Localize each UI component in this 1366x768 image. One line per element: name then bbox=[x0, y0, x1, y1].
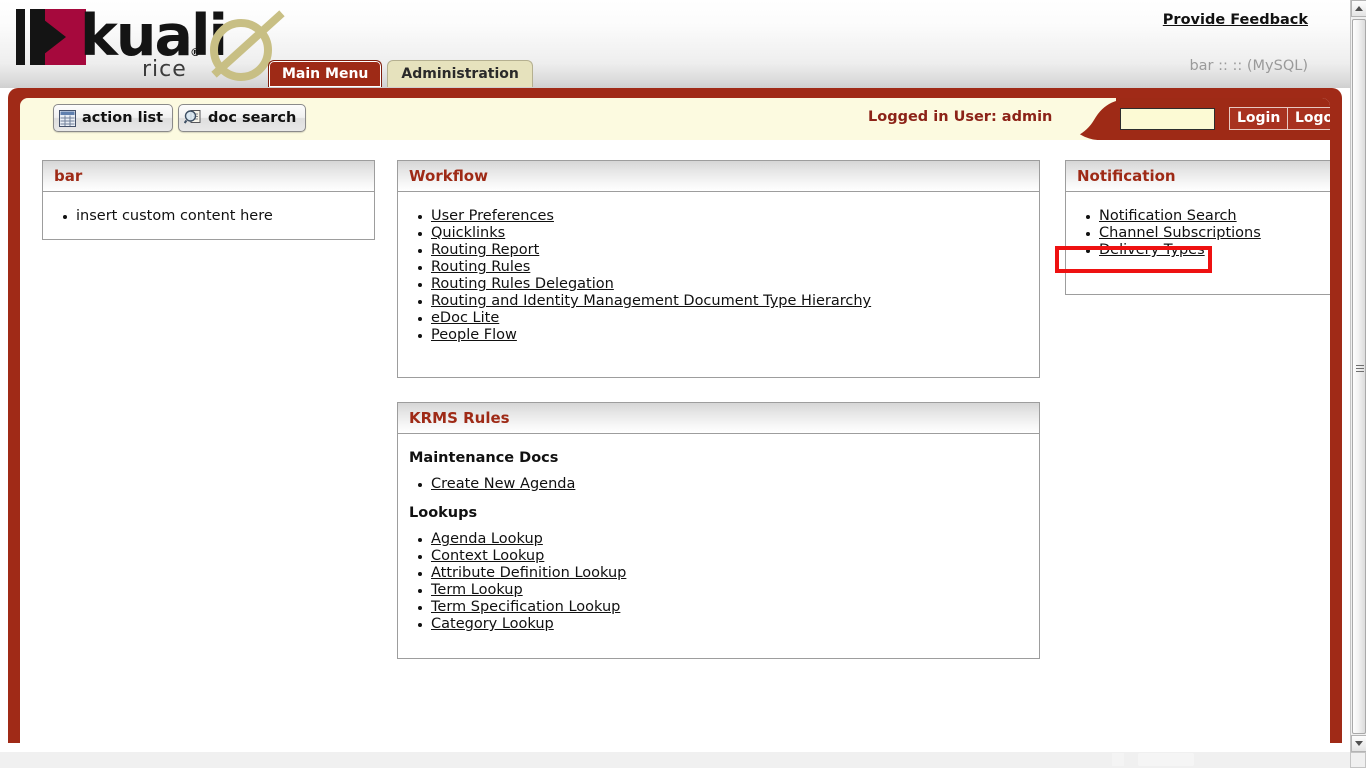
list-item: Notification Search bbox=[1066, 208, 1330, 225]
link-create-new-agenda[interactable]: Create New Agenda bbox=[431, 476, 575, 492]
link-notification-search[interactable]: Notification Search bbox=[1099, 208, 1237, 224]
list-item: Channel Subscriptions bbox=[1066, 225, 1330, 242]
tab-main-menu[interactable]: Main Menu bbox=[268, 60, 383, 87]
list-item: Term Lookup bbox=[398, 582, 1039, 599]
logo-registered-mark: ® bbox=[190, 46, 201, 59]
krms-spacer bbox=[398, 493, 1039, 505]
panel-workflow-title: Workflow bbox=[398, 161, 1039, 192]
login-button[interactable]: Login bbox=[1229, 107, 1289, 130]
horizontal-scrollbar-left-marker[interactable] bbox=[1112, 753, 1124, 766]
tab-administration[interactable]: Administration bbox=[387, 60, 533, 87]
panel-workflow-body: User Preferences Quicklinks Routing Repo… bbox=[398, 192, 1039, 358]
login-input[interactable] bbox=[1120, 108, 1215, 130]
list-item: People Flow bbox=[398, 327, 1039, 344]
action-list-button[interactable]: action list bbox=[53, 104, 174, 132]
workflow-link-list: User Preferences Quicklinks Routing Repo… bbox=[398, 208, 1039, 344]
link-user-preferences[interactable]: User Preferences bbox=[431, 208, 554, 224]
link-context-lookup[interactable]: Context Lookup bbox=[431, 548, 544, 564]
list-item: Routing Report bbox=[398, 242, 1039, 259]
list-item: User Preferences bbox=[398, 208, 1039, 225]
list-item: Term Specification Lookup bbox=[398, 599, 1039, 616]
masthead: kuali ® rice Provide Feedback bar :: :: … bbox=[0, 0, 1350, 88]
vertical-scrollbar-thumb[interactable] bbox=[1352, 19, 1366, 734]
list-item: Attribute Definition Lookup bbox=[398, 565, 1039, 582]
panel-bar-title: bar bbox=[43, 161, 374, 192]
krms-maintenance-docs-heading: Maintenance Docs bbox=[409, 450, 559, 466]
list-item: Routing Rules Delegation bbox=[398, 276, 1039, 293]
logo-k-stem bbox=[30, 9, 45, 65]
panel-notification-title: Notification bbox=[1066, 161, 1330, 192]
table-grid-icon bbox=[59, 109, 76, 127]
krms-maintenance-link-list: Create New Agenda bbox=[398, 476, 1039, 493]
panel-krms-rules: KRMS Rules Maintenance Docs Create New A… bbox=[397, 402, 1040, 659]
panel-notification-body: Notification Search Channel Subscription… bbox=[1066, 192, 1330, 273]
krms-lookups-heading: Lookups bbox=[409, 505, 478, 521]
link-term-specification-lookup[interactable]: Term Specification Lookup bbox=[431, 599, 620, 615]
krms-lookups-link-list: Agenda Lookup Context Lookup Attribute D… bbox=[398, 531, 1039, 633]
link-attribute-definition-lookup[interactable]: Attribute Definition Lookup bbox=[431, 565, 626, 581]
doc-search-button-label: doc search bbox=[208, 110, 297, 126]
list-item: Delivery Types bbox=[1066, 242, 1330, 259]
panel-workflow: Workflow User Preferences Quicklinks Rou… bbox=[397, 160, 1040, 378]
list-item: eDoc Lite bbox=[398, 310, 1039, 327]
link-routing-and-identity-management-document-type-hierarchy[interactable]: Routing and Identity Management Document… bbox=[431, 293, 871, 309]
horizontal-scrollbar[interactable] bbox=[0, 752, 1350, 768]
horizontal-scrollbar-thumb[interactable] bbox=[1138, 753, 1194, 766]
list-item: Quicklinks bbox=[398, 225, 1039, 242]
link-quicklinks[interactable]: Quicklinks bbox=[431, 225, 505, 241]
scrollbar-grip-icon bbox=[1356, 365, 1364, 372]
logged-in-user-label: Logged in User: admin bbox=[868, 109, 1053, 125]
vertical-scrollbar[interactable] bbox=[1350, 0, 1366, 768]
doc-search-button[interactable]: doc search bbox=[178, 104, 307, 132]
list-item: Routing and Identity Management Document… bbox=[398, 293, 1039, 310]
main-nav-tabs: Main Menu Administration bbox=[268, 60, 533, 88]
magnifier-document-icon bbox=[184, 110, 201, 124]
scrollbar-corner bbox=[1350, 752, 1366, 768]
provide-feedback-link[interactable]: Provide Feedback bbox=[1163, 12, 1308, 28]
logo-left-bar bbox=[16, 9, 25, 65]
action-list-button-label: action list bbox=[82, 110, 164, 126]
panel-bar-list: insert custom content here bbox=[43, 208, 374, 225]
environment-label: bar :: :: (MySQL) bbox=[1189, 58, 1308, 74]
link-category-lookup[interactable]: Category Lookup bbox=[431, 616, 554, 632]
list-item: Create New Agenda bbox=[398, 476, 1039, 493]
list-item: insert custom content here bbox=[43, 208, 374, 225]
kuali-rice-logo: kuali ® rice bbox=[8, 2, 308, 84]
link-edoc-lite[interactable]: eDoc Lite bbox=[431, 310, 499, 326]
link-channel-subscriptions[interactable]: Channel Subscriptions bbox=[1099, 225, 1261, 241]
panel-krms-rules-body: Maintenance Docs Create New Agenda Looku… bbox=[398, 434, 1039, 647]
panel-bar-body: insert custom content here bbox=[43, 192, 374, 239]
triangle-down-icon bbox=[1355, 741, 1363, 746]
link-agenda-lookup[interactable]: Agenda Lookup bbox=[431, 531, 543, 547]
bar-custom-content-text: insert custom content here bbox=[76, 208, 273, 224]
scroll-down-arrow-icon[interactable] bbox=[1351, 735, 1366, 752]
triangle-up-icon bbox=[1355, 6, 1363, 11]
portal-content: bar insert custom content here Workflow bbox=[20, 140, 1330, 743]
portal-banner: action list doc search Logged in User: a… bbox=[20, 98, 1330, 140]
application-frame: action list doc search Logged in User: a… bbox=[8, 88, 1342, 743]
list-item: Category Lookup bbox=[398, 616, 1039, 633]
list-item: Agenda Lookup bbox=[398, 531, 1039, 548]
notification-link-list: Notification Search Channel Subscription… bbox=[1066, 208, 1330, 259]
list-item: Context Lookup bbox=[398, 548, 1039, 565]
application-page: kuali ® rice Provide Feedback bar :: :: … bbox=[0, 0, 1366, 768]
link-routing-rules[interactable]: Routing Rules bbox=[431, 259, 530, 275]
list-item: Routing Rules bbox=[398, 259, 1039, 276]
application-inner: action list doc search Logged in User: a… bbox=[20, 98, 1330, 743]
panel-krms-rules-title: KRMS Rules bbox=[398, 403, 1039, 434]
panel-notification: Notification Notification Search Channel… bbox=[1065, 160, 1330, 295]
link-people-flow[interactable]: People Flow bbox=[431, 327, 517, 343]
link-delivery-types[interactable]: Delivery Types bbox=[1099, 242, 1205, 258]
link-routing-rules-delegation[interactable]: Routing Rules Delegation bbox=[431, 276, 614, 292]
logo-subtitle: rice bbox=[142, 57, 187, 82]
scroll-up-arrow-icon[interactable] bbox=[1351, 0, 1366, 17]
logout-button[interactable]: Logout bbox=[1287, 107, 1330, 130]
panel-bar: bar insert custom content here bbox=[42, 160, 375, 240]
link-term-lookup[interactable]: Term Lookup bbox=[431, 582, 523, 598]
link-routing-report[interactable]: Routing Report bbox=[431, 242, 539, 258]
